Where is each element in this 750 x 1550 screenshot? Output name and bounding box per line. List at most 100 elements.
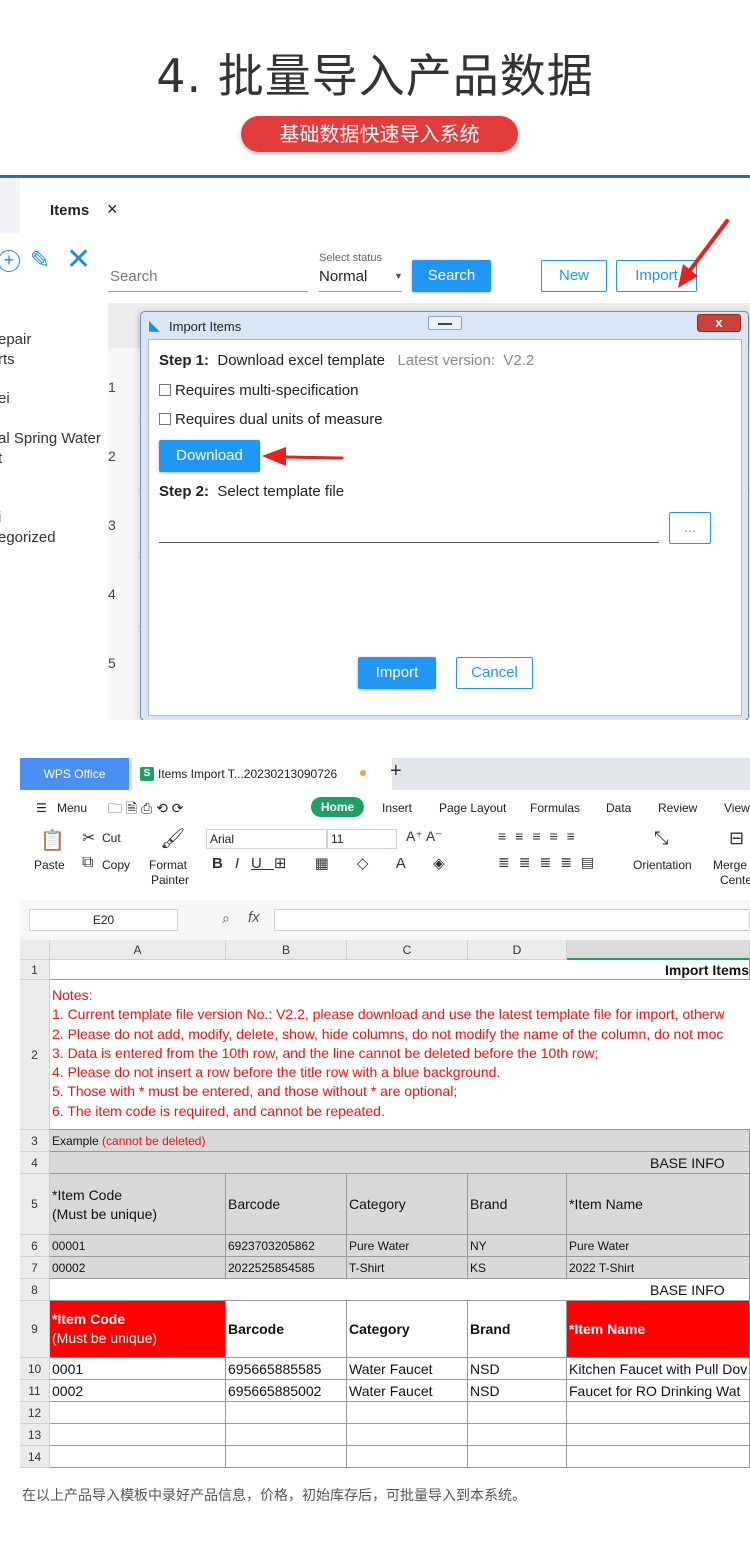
row-header[interactable]: 8 — [20, 1279, 50, 1301]
paste-button[interactable]: Paste — [34, 858, 65, 872]
list-item[interactable]: egorized — [0, 528, 56, 548]
header-item-code[interactable]: *Item Code (Must be unique) — [50, 1301, 226, 1358]
orientation-icon[interactable]: ⤡ — [654, 828, 668, 849]
table-cell[interactable] — [226, 1402, 347, 1424]
font-grow-shrink-icon[interactable]: A⁺ A⁻ — [406, 828, 443, 845]
column-header[interactable]: C — [347, 940, 468, 960]
checkbox-icon[interactable] — [159, 384, 171, 396]
orientation-button[interactable]: Orientation — [633, 858, 692, 872]
table-cell[interactable] — [468, 1446, 567, 1468]
tab-review[interactable]: Review — [658, 801, 697, 815]
dialog-cancel-button[interactable]: Cancel — [456, 657, 533, 689]
table-cell[interactable] — [50, 1402, 226, 1424]
list-item[interactable]: epair — [0, 330, 31, 350]
list-item[interactable]: ei — [0, 389, 10, 409]
row-header[interactable]: 14 — [20, 1446, 50, 1468]
table-cell[interactable]: T-Shirt — [347, 1257, 468, 1279]
table-cell[interactable]: Water Faucet — [347, 1358, 468, 1380]
row-header[interactable]: 2 — [20, 980, 50, 1130]
dual-units-checkbox[interactable]: Requires dual units of measure — [159, 411, 383, 428]
font-family-select[interactable]: Arial — [206, 829, 327, 849]
table-cell[interactable]: 695665885002 — [226, 1380, 347, 1402]
header-barcode[interactable]: Barcode — [226, 1174, 347, 1235]
font-size-select[interactable]: 11 — [327, 829, 397, 849]
format-painter-icon[interactable]: 🖌 — [160, 826, 185, 851]
menu-button[interactable]: Menu — [57, 801, 87, 815]
table-cell[interactable] — [347, 1402, 468, 1424]
zoom-icon[interactable]: ⌕ — [222, 910, 230, 927]
row-header[interactable]: 10 — [20, 1358, 50, 1380]
table-cell[interactable] — [50, 1446, 226, 1468]
base-info-cell[interactable]: BASE INFO — [50, 1152, 750, 1174]
browse-button[interactable]: ... — [669, 512, 711, 544]
header-item-name[interactable]: *Item Name — [567, 1174, 750, 1235]
base-info-cell[interactable]: BASE INFO — [50, 1279, 750, 1301]
merge-button[interactable]: Merge — [713, 858, 747, 872]
paste-icon[interactable]: 📋 — [40, 828, 65, 853]
document-tab[interactable]: S Items Import T...20230213090726 — [132, 758, 392, 790]
table-cell[interactable] — [226, 1424, 347, 1446]
header-category[interactable]: Category — [347, 1301, 468, 1358]
table-cell[interactable]: Faucet for RO Drinking Wat — [567, 1380, 750, 1402]
add-icon[interactable]: + — [0, 250, 20, 272]
cut-icon[interactable]: ✂ — [82, 828, 95, 848]
row-header[interactable]: 4 — [20, 1152, 50, 1174]
table-cell[interactable] — [347, 1446, 468, 1468]
table-cell[interactable]: 2022 T-Shirt — [567, 1257, 750, 1279]
notes-cell[interactable]: Notes: 1. Current template file version … — [50, 980, 750, 1130]
column-header[interactable]: A — [50, 940, 226, 960]
table-cell[interactable]: NSD — [468, 1358, 567, 1380]
new-tab-icon[interactable]: + — [390, 760, 402, 783]
list-item[interactable]: i — [0, 508, 1, 528]
tab-close-icon[interactable]: × — [107, 199, 118, 220]
list-item[interactable]: rts — [0, 350, 15, 370]
tab-items[interactable]: Items — [50, 202, 89, 219]
justify-icons[interactable]: ≣≣≣≣▤ — [498, 854, 603, 871]
header-brand[interactable]: Brand — [468, 1174, 567, 1235]
table-cell[interactable] — [567, 1402, 750, 1424]
tab-formulas[interactable]: Formulas — [530, 801, 580, 815]
table-cell[interactable]: 0002 — [50, 1380, 226, 1402]
tab-page-layout[interactable]: Page Layout — [439, 801, 506, 815]
header-item-code[interactable]: *Item Code (Must be unique) — [50, 1174, 226, 1235]
merge-icon[interactable]: ⊟ — [729, 828, 744, 849]
hamburger-icon[interactable]: ☰ — [36, 801, 47, 815]
table-cell[interactable] — [567, 1424, 750, 1446]
align-icons[interactable]: ≡≡≡≡≡ — [498, 828, 584, 844]
table-cell[interactable]: 695665885585 — [226, 1358, 347, 1380]
column-header[interactable]: B — [226, 940, 347, 960]
list-item[interactable]: t — [0, 449, 2, 469]
table-cell[interactable]: NY — [468, 1235, 567, 1257]
row-header[interactable]: 7 — [20, 1257, 50, 1279]
copy-button[interactable]: Copy — [102, 858, 130, 872]
table-cell[interactable] — [226, 1446, 347, 1468]
cut-button[interactable]: Cut — [102, 831, 121, 845]
row-header[interactable]: 9 — [20, 1301, 50, 1358]
table-cell[interactable]: Pure Water — [567, 1235, 750, 1257]
copy-icon[interactable]: ⧉ — [82, 854, 93, 872]
list-item[interactable]: al Spring Water — [0, 429, 101, 449]
font-style-icons[interactable]: BIU⊞ ▦ ◇ A ◈ — [212, 854, 457, 872]
table-cell[interactable]: 2022525854585 — [226, 1257, 347, 1279]
multi-spec-checkbox[interactable]: Requires multi-specification — [159, 382, 358, 399]
status-select[interactable]: Normal — [319, 266, 402, 292]
quick-access-icons[interactable]: 🗀 🗎 ⎙ ⟲ ⟳ — [108, 798, 183, 822]
tab-data[interactable]: Data — [606, 801, 631, 815]
example-cell[interactable]: Example (cannot be deleted) — [50, 1130, 750, 1152]
row-header[interactable]: 13 — [20, 1424, 50, 1446]
header-brand[interactable]: Brand — [468, 1301, 567, 1358]
header-barcode[interactable]: Barcode — [226, 1301, 347, 1358]
column-header[interactable]: D — [468, 940, 567, 960]
search-button[interactable]: Search — [412, 260, 491, 292]
format-painter-button[interactable]: Format — [149, 858, 187, 872]
tab-home[interactable]: Home — [311, 797, 364, 817]
sheet-title[interactable]: Import Items — [50, 960, 750, 980]
table-cell[interactable]: Water Faucet — [347, 1380, 468, 1402]
select-all[interactable] — [20, 940, 50, 960]
table-cell[interactable] — [468, 1424, 567, 1446]
row-header[interactable]: 12 — [20, 1402, 50, 1424]
tab-insert[interactable]: Insert — [382, 801, 412, 815]
name-box[interactable]: E20 — [29, 909, 178, 931]
checkbox-icon[interactable] — [159, 413, 171, 425]
table-cell[interactable] — [567, 1446, 750, 1468]
